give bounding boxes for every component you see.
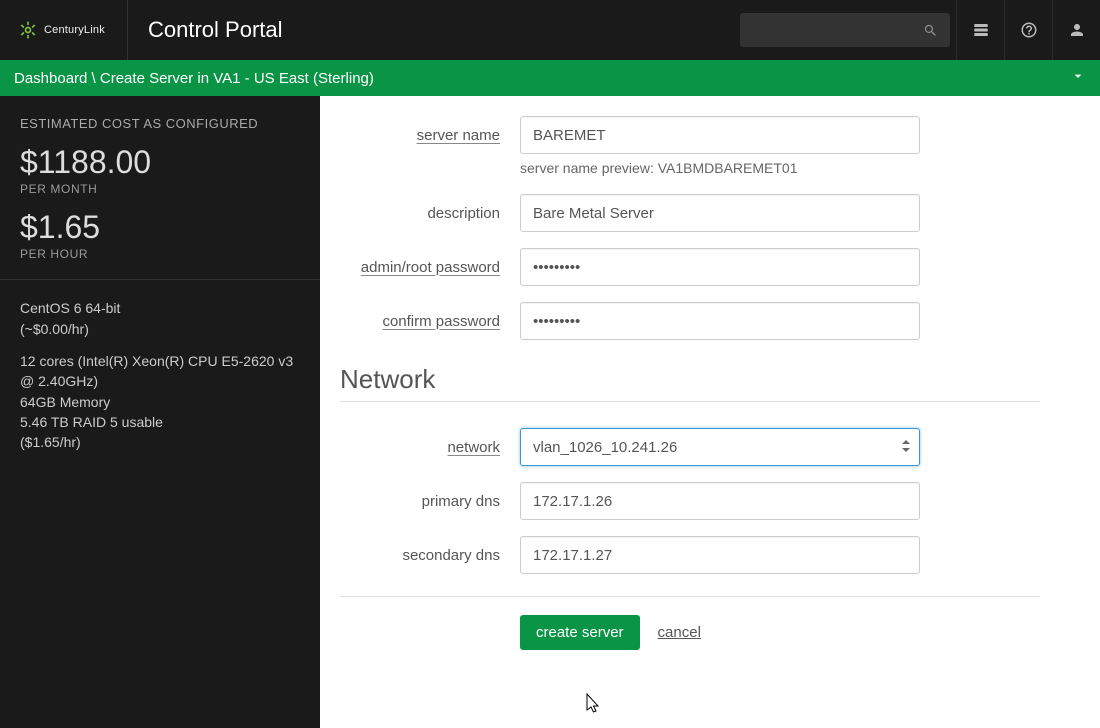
primary-dns-label: primary dns <box>340 493 520 510</box>
hw-spec: 12 cores (Intel(R) Xeon(R) CPU E5-2620 v… <box>20 351 300 452</box>
confirm-password-input[interactable] <box>520 302 920 340</box>
brand-name: CenturyLink <box>44 24 105 36</box>
os-spec: CentOS 6 64-bit (~$0.00/hr) <box>20 298 300 339</box>
top-bar: CenturyLink Control Portal <box>0 0 1100 60</box>
monthly-price: $1188.00 <box>20 145 300 180</box>
cost-sidebar: ESTIMATED COST AS CONFIGURED $1188.00 PE… <box>0 96 320 728</box>
create-server-button[interactable]: create server <box>520 615 640 650</box>
action-divider <box>340 596 1040 597</box>
servers-icon <box>972 21 990 39</box>
description-input[interactable] <box>520 194 920 232</box>
main-layout: ESTIMATED COST AS CONFIGURED $1188.00 PE… <box>0 96 1100 728</box>
breadcrumb: Dashboard \ Create Server in VA1 - US Ea… <box>0 60 1100 96</box>
secondary-dns-label: secondary dns <box>340 547 520 564</box>
primary-dns-input[interactable] <box>520 482 920 520</box>
help-button[interactable] <box>1004 0 1052 60</box>
confirm-password-label: confirm password <box>340 313 520 330</box>
sidebar-divider <box>0 279 320 280</box>
cancel-link[interactable]: cancel <box>658 624 701 641</box>
server-name-input[interactable] <box>520 116 920 154</box>
servers-icon-button[interactable] <box>956 0 1004 60</box>
description-label: description <box>340 205 520 222</box>
per-month-label: PER MONTH <box>20 182 300 196</box>
form-content: server name server name preview: VA1BMDB… <box>320 96 1100 728</box>
brand-logo[interactable]: CenturyLink <box>0 0 128 60</box>
user-icon <box>1068 21 1086 39</box>
breadcrumb-text[interactable]: Dashboard \ Create Server in VA1 - US Ea… <box>14 70 374 87</box>
password-label: admin/root password <box>340 259 520 276</box>
search-input[interactable] <box>740 13 950 47</box>
centurylink-logo-icon <box>18 20 38 40</box>
network-label: network <box>340 439 520 456</box>
network-section-heading: Network <box>340 364 1040 395</box>
hourly-price: $1.65 <box>20 210 300 245</box>
help-icon <box>1020 21 1038 39</box>
search-icon <box>923 23 938 38</box>
cost-heading: ESTIMATED COST AS CONFIGURED <box>20 116 300 131</box>
app-title: Control Portal <box>128 17 740 43</box>
secondary-dns-input[interactable] <box>520 536 920 574</box>
server-name-preview: server name preview: VA1BMDBAREMET01 <box>520 160 798 176</box>
chevron-down-icon <box>1070 68 1086 84</box>
breadcrumb-toggle[interactable] <box>1070 68 1086 88</box>
server-name-label: server name <box>340 127 520 144</box>
password-input[interactable] <box>520 248 920 286</box>
per-hour-label: PER HOUR <box>20 247 300 261</box>
network-section-divider <box>340 401 1040 402</box>
user-menu-button[interactable] <box>1052 0 1100 60</box>
network-select[interactable]: vlan_1026_10.241.26 <box>520 428 920 466</box>
